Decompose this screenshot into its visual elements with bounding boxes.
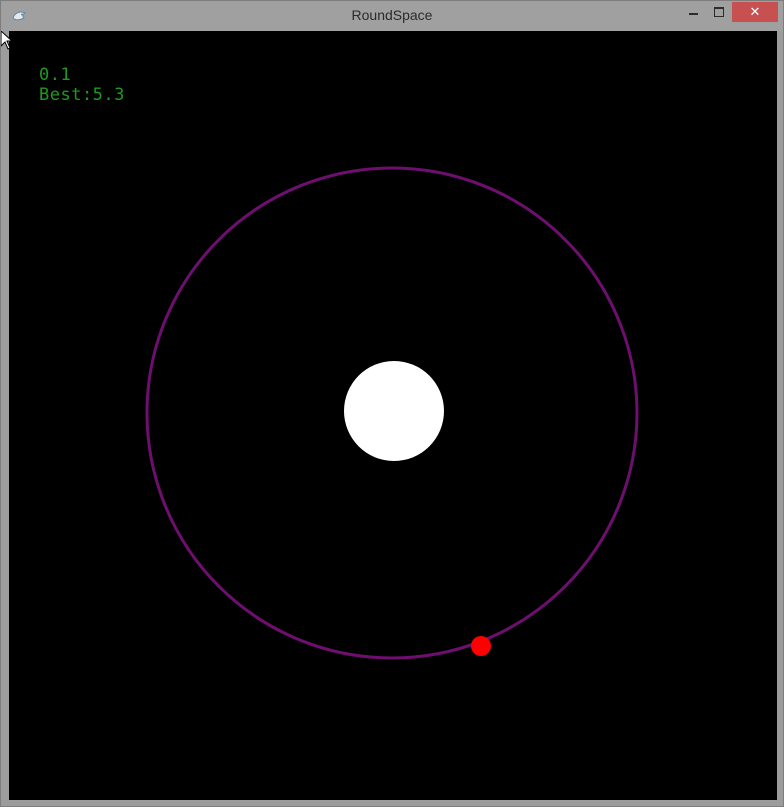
mouse-cursor-icon [1,31,13,50]
title-bar[interactable]: RoundSpace ✕ [1,1,783,31]
player-dot [471,636,491,656]
close-button[interactable]: ✕ [732,2,778,22]
best-score: Best:5.3 [39,85,125,105]
maximize-button[interactable] [706,2,732,22]
maximize-icon [714,7,724,17]
score-hud: 0.1 Best:5.3 [39,65,125,105]
game-canvas[interactable]: 0.1 Best:5.3 [9,31,777,800]
minimize-icon [688,13,698,15]
central-planet [344,361,444,461]
game-scene [145,166,639,660]
window-title: RoundSpace [351,7,433,23]
minimize-button[interactable] [680,2,706,22]
current-score: 0.1 [39,65,72,85]
app-window: RoundSpace ✕ 0.1 Best:5.3 [0,0,784,807]
close-icon: ✕ [749,4,761,20]
